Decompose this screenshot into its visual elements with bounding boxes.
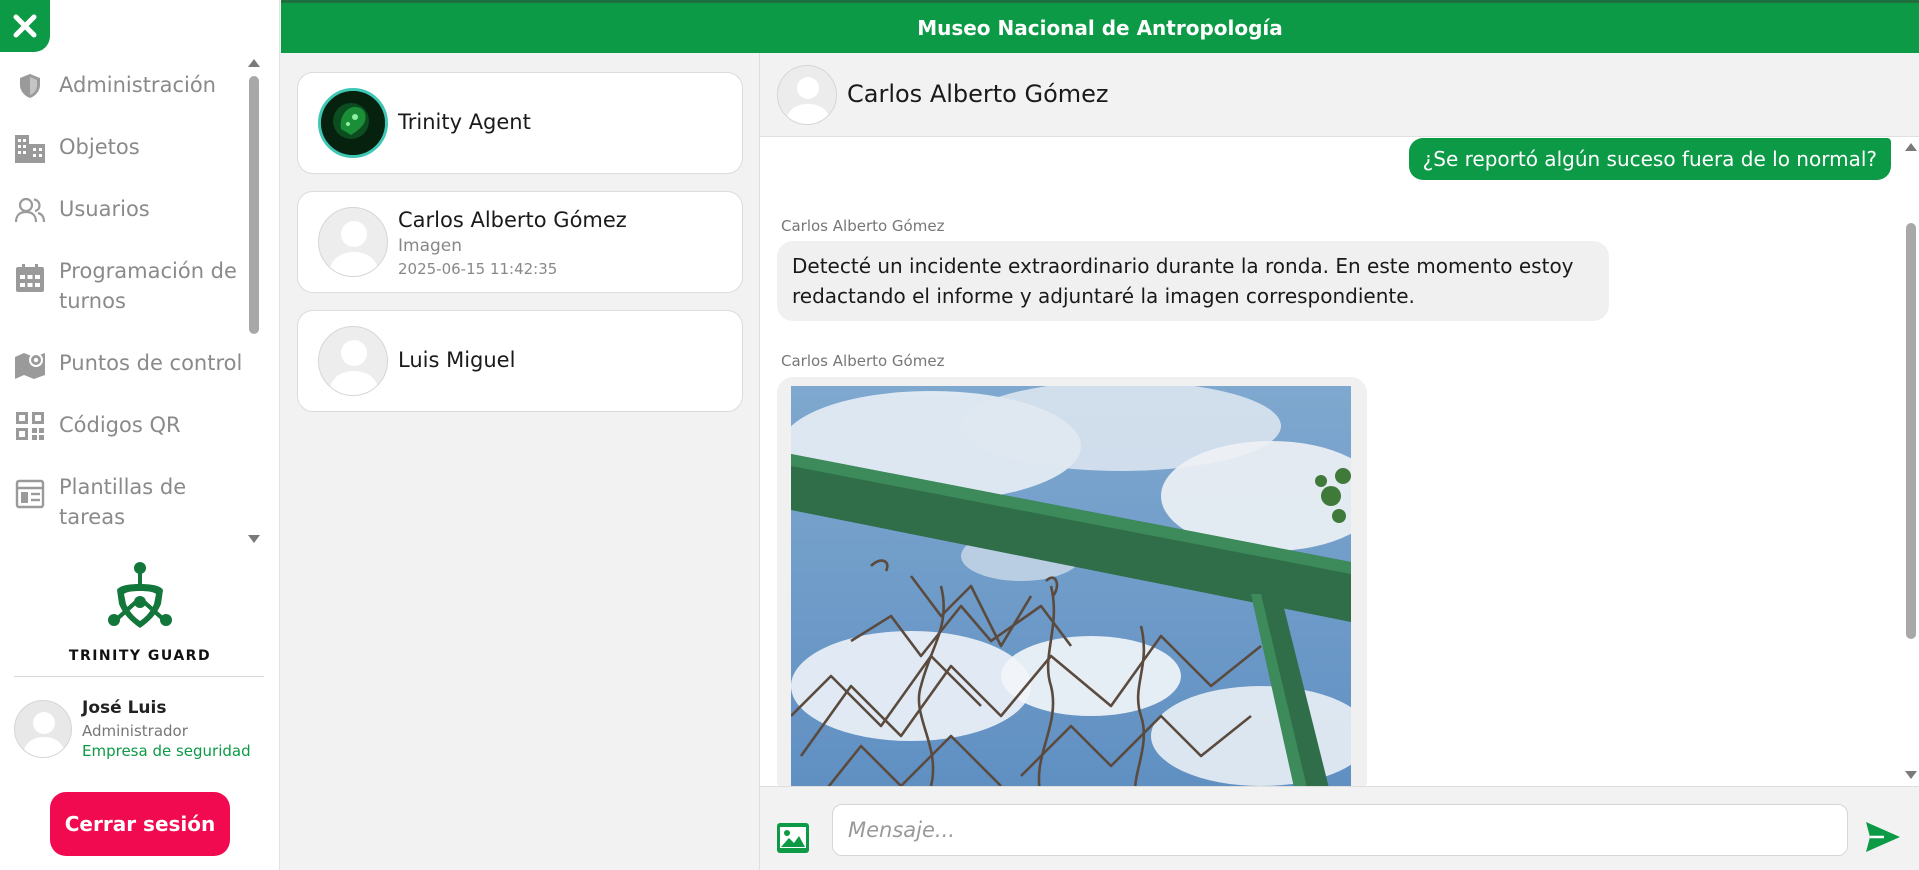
map-pin-icon bbox=[14, 348, 46, 380]
sidebar-item-usuarios[interactable]: Usuarios bbox=[14, 194, 244, 226]
sidebar-item-label: Puntos de control bbox=[59, 351, 243, 375]
user-name: José Luis bbox=[82, 698, 167, 718]
top-bar: Museo Nacional de Antropología bbox=[281, 0, 1919, 53]
message-outgoing: ¿Se reportó algún suceso fuera de lo nor… bbox=[1408, 138, 1891, 180]
close-sidebar-button[interactable] bbox=[0, 0, 50, 52]
user-company: Empresa de seguridad bbox=[82, 742, 251, 760]
default-avatar bbox=[318, 207, 388, 277]
attach-image-button[interactable] bbox=[776, 822, 810, 854]
sidebar-item-label: Administración bbox=[59, 73, 216, 97]
conversation-timestamp: 2025-06-15 11:42:35 bbox=[398, 260, 558, 278]
message-sender: Carlos Alberto Gómez bbox=[781, 217, 945, 235]
chat-panel: Carlos Alberto Gómez ¿Se reportó algún s… bbox=[759, 53, 1919, 870]
chat-scroll-down-arrow[interactable] bbox=[1905, 771, 1917, 779]
sidebar-item-plantillas-de-tareas[interactable]: Plantillas de tareas bbox=[14, 472, 244, 532]
send-button[interactable] bbox=[1864, 820, 1902, 854]
conversation-name: Luis Miguel bbox=[398, 348, 516, 372]
sidebar-item-codigos-qr[interactable]: Códigos QR bbox=[14, 410, 244, 442]
sidebar-item-administracion[interactable]: Administración bbox=[14, 70, 244, 102]
broken-fence-photo bbox=[791, 386, 1351, 786]
send-icon bbox=[1866, 822, 1900, 852]
message-sender: Carlos Alberto Gómez bbox=[781, 352, 945, 370]
sidebar-scroll-up-arrow[interactable] bbox=[248, 59, 260, 67]
conversation-last-message: Imagen bbox=[398, 236, 463, 256]
sidebar-item-puntos-de-control[interactable]: Puntos de control bbox=[14, 348, 244, 380]
message-incoming: Detecté un incidente extraordinario dura… bbox=[777, 241, 1609, 321]
conversation-name: Trinity Agent bbox=[398, 110, 531, 134]
trinity-guard-logo bbox=[0, 560, 280, 638]
message-image[interactable] bbox=[777, 377, 1367, 786]
default-avatar bbox=[318, 326, 388, 396]
sidebar-scrollbar-thumb[interactable] bbox=[249, 76, 259, 334]
shield-icon bbox=[14, 70, 46, 102]
user-role: Administrador bbox=[82, 722, 188, 740]
image-icon bbox=[777, 823, 809, 853]
message-list: ¿Se reportó algún suceso fuera de lo nor… bbox=[760, 137, 1900, 786]
chat-scroll-up-arrow[interactable] bbox=[1905, 143, 1917, 151]
sidebar-divider bbox=[14, 676, 264, 677]
agent-avatar bbox=[318, 88, 388, 158]
chat-header: Carlos Alberto Gómez bbox=[760, 53, 1919, 137]
logout-button[interactable]: Cerrar sesión bbox=[50, 792, 230, 856]
sidebar-item-label: Códigos QR bbox=[59, 413, 181, 437]
chat-contact-name: Carlos Alberto Gómez bbox=[847, 80, 1109, 108]
users-icon bbox=[14, 194, 46, 226]
sidebar-scroll-down-arrow[interactable] bbox=[248, 535, 260, 543]
sidebar: Administración Objetos Usuarios Programa… bbox=[0, 0, 280, 870]
message-composer bbox=[760, 786, 1919, 870]
message-input[interactable] bbox=[832, 804, 1848, 856]
sidebar-item-label: Programación de turnos bbox=[59, 259, 237, 313]
chat-scrollbar-thumb[interactable] bbox=[1906, 223, 1916, 639]
conversation-item-carlos-alberto-gomez[interactable]: Carlos Alberto Gómez Imagen 2025-06-15 1… bbox=[297, 191, 743, 293]
qr-code-icon bbox=[14, 410, 46, 442]
contact-avatar bbox=[777, 65, 837, 125]
conversation-item-luis-miguel[interactable]: Luis Miguel bbox=[297, 310, 743, 412]
page-title: Museo Nacional de Antropología bbox=[917, 16, 1283, 40]
sidebar-nav: Administración Objetos Usuarios Programa… bbox=[0, 58, 248, 538]
trinity-guard-emblem-icon bbox=[108, 562, 172, 628]
calendar-icon bbox=[14, 262, 46, 294]
user-avatar bbox=[14, 700, 72, 758]
template-icon bbox=[14, 478, 46, 510]
close-icon bbox=[13, 14, 37, 38]
sidebar-item-objetos[interactable]: Objetos bbox=[14, 132, 244, 164]
logo-text: TRINITY GUARD bbox=[68, 648, 212, 664]
sidebar-item-label: Objetos bbox=[59, 135, 140, 159]
conversation-name: Carlos Alberto Gómez bbox=[398, 208, 627, 232]
buildings-icon bbox=[14, 132, 46, 164]
sidebar-item-label: Plantillas de tareas bbox=[59, 475, 187, 529]
conversation-item-trinity-agent[interactable]: Trinity Agent bbox=[297, 72, 743, 174]
sidebar-item-label: Usuarios bbox=[59, 197, 150, 221]
sidebar-item-programacion-de-turnos[interactable]: Programación de turnos bbox=[14, 256, 244, 316]
